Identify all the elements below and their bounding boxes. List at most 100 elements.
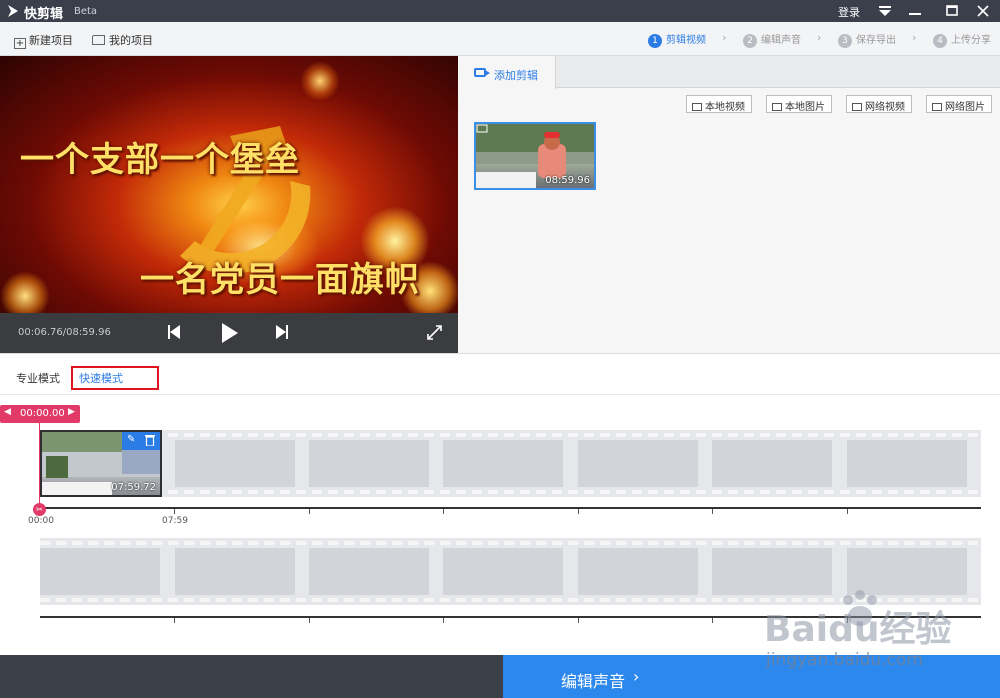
step-label: 保存导出	[856, 35, 896, 46]
app-title: 快剪辑	[24, 7, 64, 22]
playhead-time: 00:00.00	[20, 408, 65, 419]
online-video-button[interactable]: 网络视频	[846, 95, 912, 113]
tab-add-clip[interactable]: 添加剪辑	[458, 56, 556, 89]
button-label: 网络视频	[865, 102, 905, 113]
next-frame-icon[interactable]	[276, 325, 288, 342]
ruler-tick	[174, 509, 175, 514]
login-link[interactable]: 登录	[838, 4, 860, 20]
video-track[interactable]	[40, 430, 981, 497]
online-image-icon	[932, 103, 942, 111]
baidu-watermark: Baidu经验 jingyan.baidu.com	[764, 590, 1000, 680]
film-perforation-top	[40, 541, 981, 545]
empty-slot[interactable]	[578, 548, 698, 595]
empty-slot[interactable]	[309, 440, 429, 487]
step-number: 2	[743, 34, 757, 48]
slogan-line-1: 一个支部一个堡垒	[20, 140, 300, 180]
video-preview[interactable]: 一个支部一个堡垒 一名党员一面旗帜	[0, 56, 458, 313]
ruler-tick	[443, 618, 444, 623]
dropdown-menu-icon[interactable]	[870, 0, 900, 22]
toolbar: + 新建项目 我的项目 1 剪辑视频 › 2 编辑声音 › 3 保存导出 › 4 上传分享	[0, 22, 1000, 56]
step-label: 编辑声音	[761, 35, 801, 46]
film-perforation-bottom	[40, 490, 981, 494]
film-perforation-top	[40, 433, 981, 437]
media-tab-bar: 添加剪辑	[458, 56, 1000, 89]
new-project-label: 新建项目	[29, 34, 73, 47]
ruler-tick	[443, 509, 444, 514]
step-edit-audio[interactable]: 2 编辑声音	[743, 31, 801, 48]
app-logo-icon	[8, 5, 18, 17]
maximize-icon[interactable]	[937, 0, 967, 22]
step-edit-video[interactable]: 1 剪辑视频	[648, 31, 706, 48]
edit-pencil-icon[interactable]: ✎	[127, 434, 135, 445]
step-label: 剪辑视频	[666, 35, 706, 46]
clip-tools: ✎	[122, 432, 160, 450]
step-label: 上传分享	[951, 35, 991, 46]
media-clip-thumbnail[interactable]: 08:59.96	[474, 122, 596, 190]
close-icon[interactable]	[968, 0, 998, 22]
ruler-tick	[578, 618, 579, 623]
scissors-icon[interactable]: ✂	[33, 503, 46, 516]
minimize-icon[interactable]	[900, 0, 930, 22]
app-badge: Beta	[74, 6, 98, 17]
my-projects-button[interactable]: 我的项目	[92, 32, 153, 48]
empty-slot[interactable]	[712, 440, 832, 487]
step-forward-icon[interactable]: ▶	[68, 407, 75, 417]
online-video-icon	[852, 103, 862, 111]
ruler-tick	[309, 509, 310, 514]
slogan-line-2: 一名党员一面旗帜	[140, 260, 420, 300]
edit-audio-label: 编辑声音	[561, 672, 626, 691]
bottom-bar	[0, 655, 503, 698]
timeline-clip-duration: 07:59.72	[111, 482, 156, 493]
mode-bar: 专业模式 快速模式	[0, 353, 1000, 395]
empty-slot[interactable]	[40, 548, 160, 595]
step-share[interactable]: 4 上传分享	[933, 31, 991, 48]
watermark-url: jingyan.baidu.com	[766, 650, 923, 670]
ruler-tick	[578, 509, 579, 514]
local-video-button[interactable]: 本地视频	[686, 95, 752, 113]
play-icon[interactable]	[222, 323, 238, 346]
button-label: 网络图片	[945, 102, 985, 113]
new-project-button[interactable]: + 新建项目	[14, 32, 73, 49]
image-file-icon	[772, 103, 782, 111]
playhead-line	[39, 423, 40, 508]
previous-frame-icon[interactable]	[168, 325, 180, 342]
folder-icon	[92, 35, 105, 45]
video-file-icon	[692, 103, 702, 111]
ruler-tick	[712, 509, 713, 514]
timeline-ruler	[40, 507, 981, 509]
step-number: 1	[648, 34, 662, 48]
player-controls: 00:06.76/08:59.96	[0, 313, 458, 353]
ruler-tick	[309, 618, 310, 623]
empty-slot[interactable]	[443, 548, 563, 595]
local-image-button[interactable]: 本地图片	[766, 95, 832, 113]
empty-slot[interactable]	[847, 440, 967, 487]
online-image-button[interactable]: 网络图片	[926, 95, 992, 113]
ruler-tick	[712, 618, 713, 623]
empty-slot[interactable]	[309, 548, 429, 595]
trash-icon[interactable]	[145, 434, 155, 449]
pro-mode-tab[interactable]: 专业模式	[16, 370, 60, 386]
step-number: 4	[933, 34, 947, 48]
timeline-clip[interactable]: ✎ 07:59.72	[40, 430, 162, 497]
playhead-time-badge[interactable]: ◀ 00:00.00 ▶	[0, 405, 80, 423]
chevron-right-icon: ›	[912, 31, 917, 44]
quick-mode-highlight	[71, 366, 159, 390]
empty-slot[interactable]	[175, 548, 295, 595]
plus-icon: +	[14, 38, 26, 49]
ruler-tick	[847, 509, 848, 514]
empty-slot[interactable]	[847, 548, 967, 595]
video-camera-icon	[474, 68, 490, 77]
chevron-right-icon: ›	[633, 667, 640, 686]
ruler-start-label: 00:00	[28, 516, 54, 526]
title-bar: 快剪辑 Beta 登录	[0, 0, 1000, 22]
ruler-tick	[174, 618, 175, 623]
empty-slot[interactable]	[443, 440, 563, 487]
step-export[interactable]: 3 保存导出	[838, 31, 896, 48]
empty-slot[interactable]	[175, 440, 295, 487]
empty-slot[interactable]	[712, 548, 832, 595]
my-projects-label: 我的项目	[109, 34, 153, 47]
button-label: 本地图片	[785, 102, 825, 113]
step-back-icon[interactable]: ◀	[4, 407, 11, 417]
fullscreen-icon[interactable]	[427, 325, 442, 343]
empty-slot[interactable]	[578, 440, 698, 487]
